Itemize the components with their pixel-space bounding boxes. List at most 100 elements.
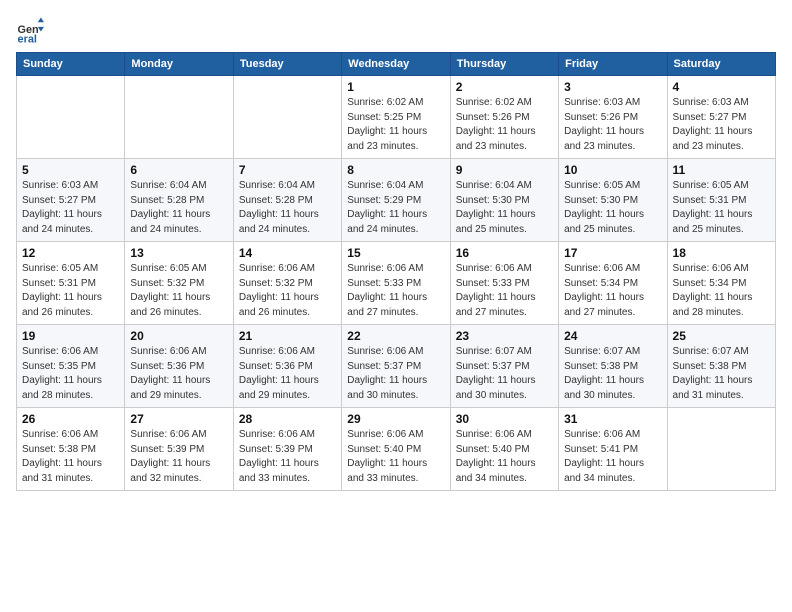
calendar-cell: 16 Sunrise: 6:06 AM Sunset: 5:33 PM Dayli… bbox=[450, 242, 558, 325]
day-info: Sunrise: 6:04 AM Sunset: 5:28 PM Dayligh… bbox=[130, 179, 227, 237]
calendar-cell: 23 Sunrise: 6:07 AM Sunset: 5:37 PM Dayli… bbox=[450, 325, 558, 408]
day-info: Sunrise: 6:06 AM Sunset: 5:40 PM Dayligh… bbox=[456, 428, 553, 486]
day-number: 16 bbox=[456, 246, 553, 260]
day-number: 12 bbox=[22, 246, 119, 260]
header-sunday: Sunday bbox=[17, 53, 125, 76]
day-info: Sunrise: 6:06 AM Sunset: 5:33 PM Dayligh… bbox=[456, 262, 553, 320]
calendar-cell: 28 Sunrise: 6:06 AM Sunset: 5:39 PM Dayli… bbox=[233, 408, 341, 491]
header-tuesday: Tuesday bbox=[233, 53, 341, 76]
day-info: Sunrise: 6:02 AM Sunset: 5:25 PM Dayligh… bbox=[347, 96, 444, 154]
svg-text:eral: eral bbox=[18, 33, 37, 44]
calendar-cell: 5 Sunrise: 6:03 AM Sunset: 5:27 PM Daylig… bbox=[17, 159, 125, 242]
day-number: 1 bbox=[347, 80, 444, 94]
calendar-header-row: SundayMondayTuesdayWednesdayThursdayFrid… bbox=[17, 53, 776, 76]
calendar-cell: 8 Sunrise: 6:04 AM Sunset: 5:29 PM Daylig… bbox=[342, 159, 450, 242]
calendar-cell: 12 Sunrise: 6:05 AM Sunset: 5:31 PM Dayli… bbox=[17, 242, 125, 325]
day-number: 30 bbox=[456, 412, 553, 426]
header-saturday: Saturday bbox=[667, 53, 775, 76]
day-info: Sunrise: 6:03 AM Sunset: 5:26 PM Dayligh… bbox=[564, 96, 661, 154]
calendar-week-row: 12 Sunrise: 6:05 AM Sunset: 5:31 PM Dayli… bbox=[17, 242, 776, 325]
logo-icon: Gen eral bbox=[16, 16, 44, 44]
day-number: 10 bbox=[564, 163, 661, 177]
day-number: 19 bbox=[22, 329, 119, 343]
day-info: Sunrise: 6:03 AM Sunset: 5:27 PM Dayligh… bbox=[673, 96, 770, 154]
day-info: Sunrise: 6:06 AM Sunset: 5:38 PM Dayligh… bbox=[22, 428, 119, 486]
day-info: Sunrise: 6:06 AM Sunset: 5:36 PM Dayligh… bbox=[239, 345, 336, 403]
calendar-cell: 17Sunrise: 6:06 AM Sunset: 5:34 PM Dayli… bbox=[559, 242, 667, 325]
day-info: Sunrise: 6:04 AM Sunset: 5:29 PM Dayligh… bbox=[347, 179, 444, 237]
calendar-week-row: 26 Sunrise: 6:06 AM Sunset: 5:38 PM Dayli… bbox=[17, 408, 776, 491]
day-info: Sunrise: 6:05 AM Sunset: 5:31 PM Dayligh… bbox=[673, 179, 770, 237]
calendar-week-row: 5 Sunrise: 6:03 AM Sunset: 5:27 PM Daylig… bbox=[17, 159, 776, 242]
calendar-cell: 10 Sunrise: 6:05 AM Sunset: 5:30 PM Dayli… bbox=[559, 159, 667, 242]
calendar-cell: 24 Sunrise: 6:07 AM Sunset: 5:38 PM Dayli… bbox=[559, 325, 667, 408]
page-header: Gen eral bbox=[16, 16, 776, 44]
day-info: Sunrise: 6:07 AM Sunset: 5:37 PM Dayligh… bbox=[456, 345, 553, 403]
calendar-cell: 25 Sunrise: 6:07 AM Sunset: 5:38 PM Dayli… bbox=[667, 325, 775, 408]
day-number: 14 bbox=[239, 246, 336, 260]
calendar-cell bbox=[233, 76, 341, 159]
day-info: Sunrise: 6:06 AM Sunset: 5:34 PM Dayligh… bbox=[673, 262, 770, 320]
calendar-cell: 13 Sunrise: 6:05 AM Sunset: 5:32 PM Dayli… bbox=[125, 242, 233, 325]
header-monday: Monday bbox=[125, 53, 233, 76]
day-info: Sunrise: 6:07 AM Sunset: 5:38 PM Dayligh… bbox=[673, 345, 770, 403]
calendar-cell: 30 Sunrise: 6:06 AM Sunset: 5:40 PM Dayli… bbox=[450, 408, 558, 491]
day-number: 13 bbox=[130, 246, 227, 260]
calendar-cell: 3 Sunrise: 6:03 AM Sunset: 5:26 PM Daylig… bbox=[559, 76, 667, 159]
day-info: Sunrise: 6:07 AM Sunset: 5:38 PM Dayligh… bbox=[564, 345, 661, 403]
day-number: 31 bbox=[564, 412, 661, 426]
calendar-cell: 27Sunrise: 6:06 AM Sunset: 5:39 PM Dayli… bbox=[125, 408, 233, 491]
calendar-week-row: 1 Sunrise: 6:02 AM Sunset: 5:25 PM Daylig… bbox=[17, 76, 776, 159]
day-info: Sunrise: 6:06 AM Sunset: 5:40 PM Dayligh… bbox=[347, 428, 444, 486]
calendar-cell bbox=[17, 76, 125, 159]
day-number: 17 bbox=[564, 246, 661, 260]
calendar-cell bbox=[125, 76, 233, 159]
day-number: 26 bbox=[22, 412, 119, 426]
day-info: Sunrise: 6:05 AM Sunset: 5:30 PM Dayligh… bbox=[564, 179, 661, 237]
day-number: 18 bbox=[673, 246, 770, 260]
calendar-cell: 9Sunrise: 6:04 AM Sunset: 5:30 PM Daylig… bbox=[450, 159, 558, 242]
day-info: Sunrise: 6:02 AM Sunset: 5:26 PM Dayligh… bbox=[456, 96, 553, 154]
day-info: Sunrise: 6:03 AM Sunset: 5:27 PM Dayligh… bbox=[22, 179, 119, 237]
day-number: 3 bbox=[564, 80, 661, 94]
day-info: Sunrise: 6:06 AM Sunset: 5:35 PM Dayligh… bbox=[22, 345, 119, 403]
day-number: 21 bbox=[239, 329, 336, 343]
day-number: 7 bbox=[239, 163, 336, 177]
calendar-cell: 6Sunrise: 6:04 AM Sunset: 5:28 PM Daylig… bbox=[125, 159, 233, 242]
calendar-cell: 31 Sunrise: 6:06 AM Sunset: 5:41 PM Dayli… bbox=[559, 408, 667, 491]
day-number: 27 bbox=[130, 412, 227, 426]
calendar-cell: 22Sunrise: 6:06 AM Sunset: 5:37 PM Dayli… bbox=[342, 325, 450, 408]
day-number: 15 bbox=[347, 246, 444, 260]
day-info: Sunrise: 6:06 AM Sunset: 5:36 PM Dayligh… bbox=[130, 345, 227, 403]
day-number: 8 bbox=[347, 163, 444, 177]
day-number: 24 bbox=[564, 329, 661, 343]
calendar-cell: 21 Sunrise: 6:06 AM Sunset: 5:36 PM Dayli… bbox=[233, 325, 341, 408]
header-friday: Friday bbox=[559, 53, 667, 76]
calendar-cell bbox=[667, 408, 775, 491]
calendar-cell: 7Sunrise: 6:04 AM Sunset: 5:28 PM Daylig… bbox=[233, 159, 341, 242]
day-info: Sunrise: 6:05 AM Sunset: 5:31 PM Dayligh… bbox=[22, 262, 119, 320]
calendar-cell: 18 Sunrise: 6:06 AM Sunset: 5:34 PM Dayli… bbox=[667, 242, 775, 325]
day-info: Sunrise: 6:05 AM Sunset: 5:32 PM Dayligh… bbox=[130, 262, 227, 320]
calendar-cell: 20 Sunrise: 6:06 AM Sunset: 5:36 PM Dayli… bbox=[125, 325, 233, 408]
day-number: 25 bbox=[673, 329, 770, 343]
day-info: Sunrise: 6:06 AM Sunset: 5:41 PM Dayligh… bbox=[564, 428, 661, 486]
header-thursday: Thursday bbox=[450, 53, 558, 76]
day-number: 11 bbox=[673, 163, 770, 177]
day-number: 9 bbox=[456, 163, 553, 177]
day-number: 4 bbox=[673, 80, 770, 94]
day-info: Sunrise: 6:06 AM Sunset: 5:39 PM Dayligh… bbox=[239, 428, 336, 486]
calendar-week-row: 19 Sunrise: 6:06 AM Sunset: 5:35 PM Dayli… bbox=[17, 325, 776, 408]
day-number: 20 bbox=[130, 329, 227, 343]
day-info: Sunrise: 6:06 AM Sunset: 5:33 PM Dayligh… bbox=[347, 262, 444, 320]
calendar-table: SundayMondayTuesdayWednesdayThursdayFrid… bbox=[16, 52, 776, 491]
day-number: 2 bbox=[456, 80, 553, 94]
day-number: 28 bbox=[239, 412, 336, 426]
day-number: 5 bbox=[22, 163, 119, 177]
day-number: 29 bbox=[347, 412, 444, 426]
calendar-cell: 19 Sunrise: 6:06 AM Sunset: 5:35 PM Dayli… bbox=[17, 325, 125, 408]
header-wednesday: Wednesday bbox=[342, 53, 450, 76]
calendar-cell: 14Sunrise: 6:06 AM Sunset: 5:32 PM Dayli… bbox=[233, 242, 341, 325]
day-number: 23 bbox=[456, 329, 553, 343]
calendar-cell: 29 Sunrise: 6:06 AM Sunset: 5:40 PM Dayli… bbox=[342, 408, 450, 491]
